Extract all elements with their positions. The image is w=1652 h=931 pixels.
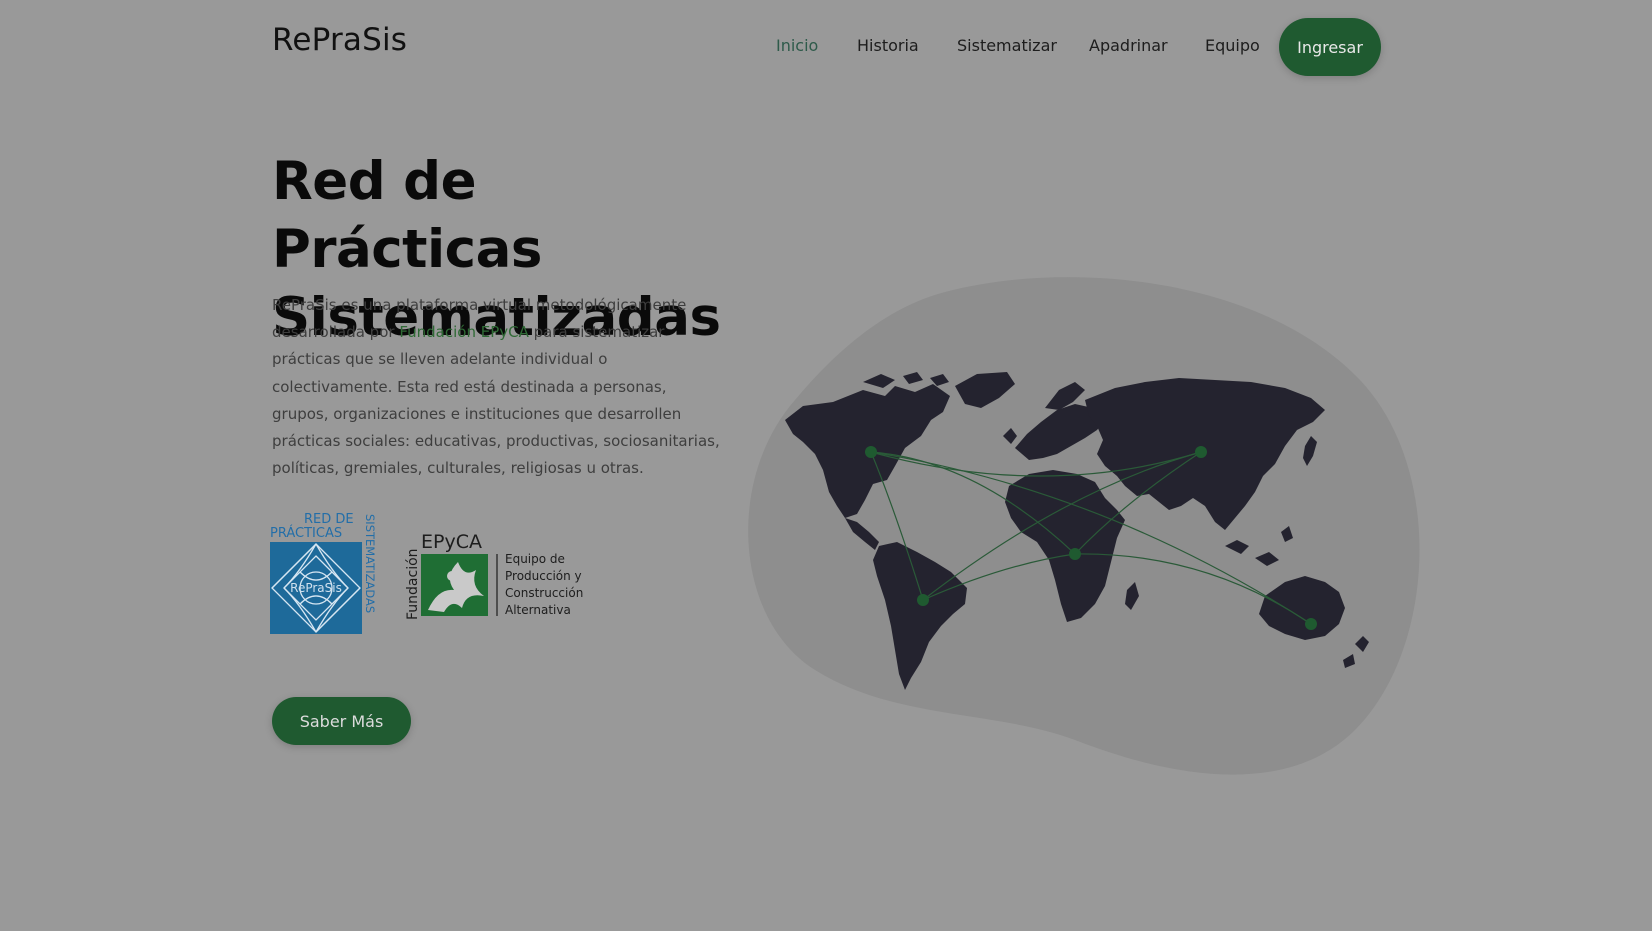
epyca-logo-title: EPyCA	[421, 531, 482, 553]
reprasis-logo-practicas: PRÁCTICAS	[270, 525, 342, 541]
epyca-logo-line-2: Producción y	[505, 569, 582, 583]
reprasis-logo-red-de: RED DE	[304, 512, 354, 527]
node-asia	[1195, 446, 1207, 458]
epyca-logo: Fundación EPyCA Equipo de Producción y C…	[405, 531, 583, 620]
epyca-logo-line-4: Alternativa	[505, 603, 571, 617]
node-south-america	[917, 594, 929, 606]
hero-description: RePraSis es una plataforma virtual metod…	[272, 292, 724, 482]
epyca-logo-fundacion: Fundación	[405, 548, 421, 620]
epyca-logo-line-3: Construcción	[505, 586, 583, 600]
reprasis-logo-sistematizadas: SISTEMATIZADAS	[363, 514, 377, 613]
nav-inicio[interactable]: Inicio	[776, 36, 818, 55]
epyca-logo-line-1: Equipo de	[505, 552, 565, 566]
login-button[interactable]: Ingresar	[1279, 18, 1381, 76]
fundacion-epyca-link[interactable]: Fundación EPyCA	[399, 323, 529, 341]
nav-apadrinar[interactable]: Apadrinar	[1089, 36, 1168, 55]
hero-desc-body: para sistematizar prácticas que se lleve…	[272, 323, 720, 478]
world-network-map-icon	[748, 277, 1420, 775]
brand-logo-text[interactable]: RePraSis	[272, 22, 407, 58]
reprasis-logo-center: RePraSis	[290, 581, 342, 595]
nav-historia[interactable]: Historia	[857, 36, 919, 55]
hero-title-line-1: Red de Prácticas	[272, 151, 542, 280]
node-north-america	[865, 446, 877, 458]
navbar: RePraSis Inicio Historia Sistematizar Ap…	[0, 0, 1652, 92]
nav-sistematizar[interactable]: Sistematizar	[957, 36, 1057, 55]
epyca-logo-head	[447, 571, 457, 581]
saber-mas-button[interactable]: Saber Más	[272, 697, 411, 745]
nav-equipo[interactable]: Equipo	[1205, 36, 1260, 55]
node-australia	[1305, 618, 1317, 630]
partner-logos: RED DE PRÁCTICAS SISTEMATIZADAS RePraSis…	[270, 512, 610, 636]
node-africa	[1069, 548, 1081, 560]
reprasis-logo: RED DE PRÁCTICAS SISTEMATIZADAS RePraSis	[270, 512, 377, 634]
